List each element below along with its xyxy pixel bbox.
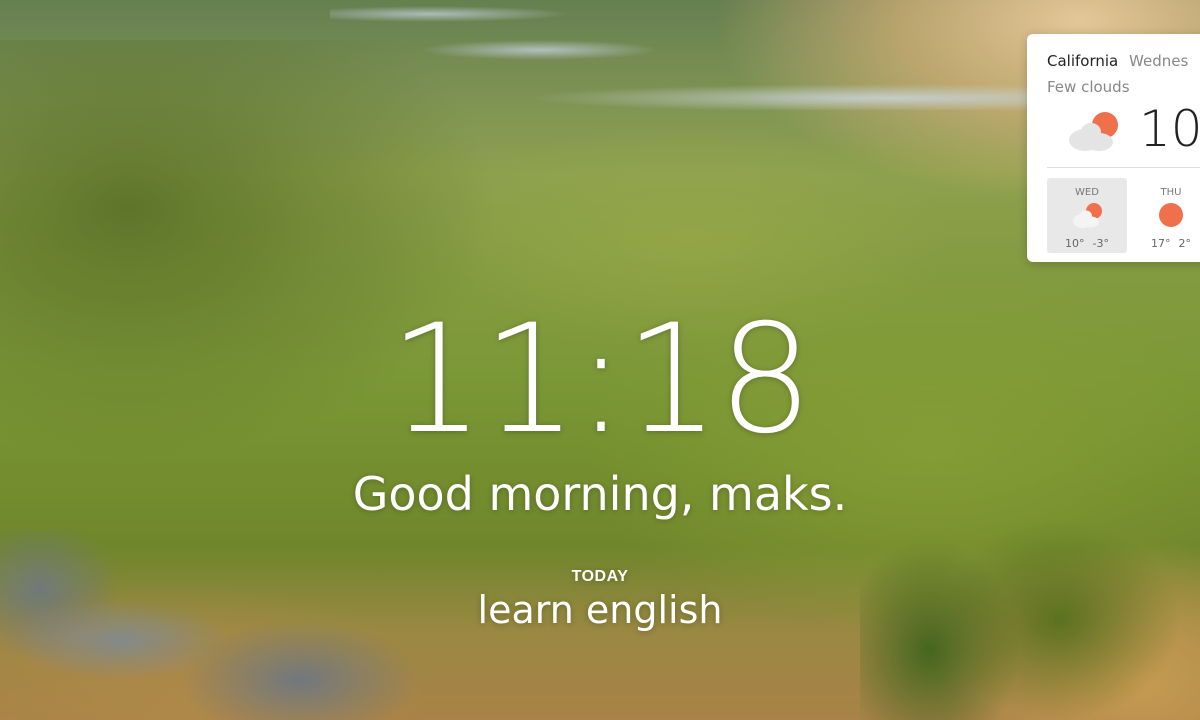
forecast-day-thu[interactable]: THU 17° 2°	[1131, 178, 1200, 253]
forecast-temps: 10° -3°	[1047, 237, 1127, 250]
forecast-high: 17°	[1151, 237, 1171, 250]
forecast-high: 10°	[1065, 237, 1085, 250]
greeting-text[interactable]: Good morning, maks.	[0, 466, 1200, 522]
weather-temperature: 10	[1139, 100, 1200, 158]
partly-cloudy-icon	[1069, 112, 1118, 151]
weather-divider	[1047, 167, 1200, 168]
weather-location[interactable]: California	[1047, 52, 1118, 70]
weather-condition: Few clouds	[1047, 78, 1130, 96]
forecast-day-wed[interactable]: WED 10° -3°	[1047, 178, 1127, 253]
focus-label: TODAY	[571, 568, 629, 585]
partly-cloudy-icon	[1073, 203, 1102, 228]
focus-text[interactable]: learn english	[0, 588, 1200, 632]
sun-icon	[1159, 203, 1183, 227]
forecast-low: -3°	[1092, 237, 1109, 250]
forecast-day-label: THU	[1160, 187, 1182, 198]
forecast-low: 2°	[1178, 237, 1192, 250]
weather-day: Wednes	[1129, 52, 1189, 70]
center-widget: 11:18 Good morning, maks. TODAY learn en…	[0, 300, 1200, 632]
forecast-temps: 17° 2°	[1131, 237, 1200, 250]
weather-header: California Wednes	[1047, 52, 1188, 70]
forecast-day-label: WED	[1075, 187, 1099, 198]
weather-card[interactable]: California Wednes Few clouds 10 WED 10° -…	[1027, 34, 1200, 262]
clock-time[interactable]: 11:18	[0, 300, 1200, 460]
